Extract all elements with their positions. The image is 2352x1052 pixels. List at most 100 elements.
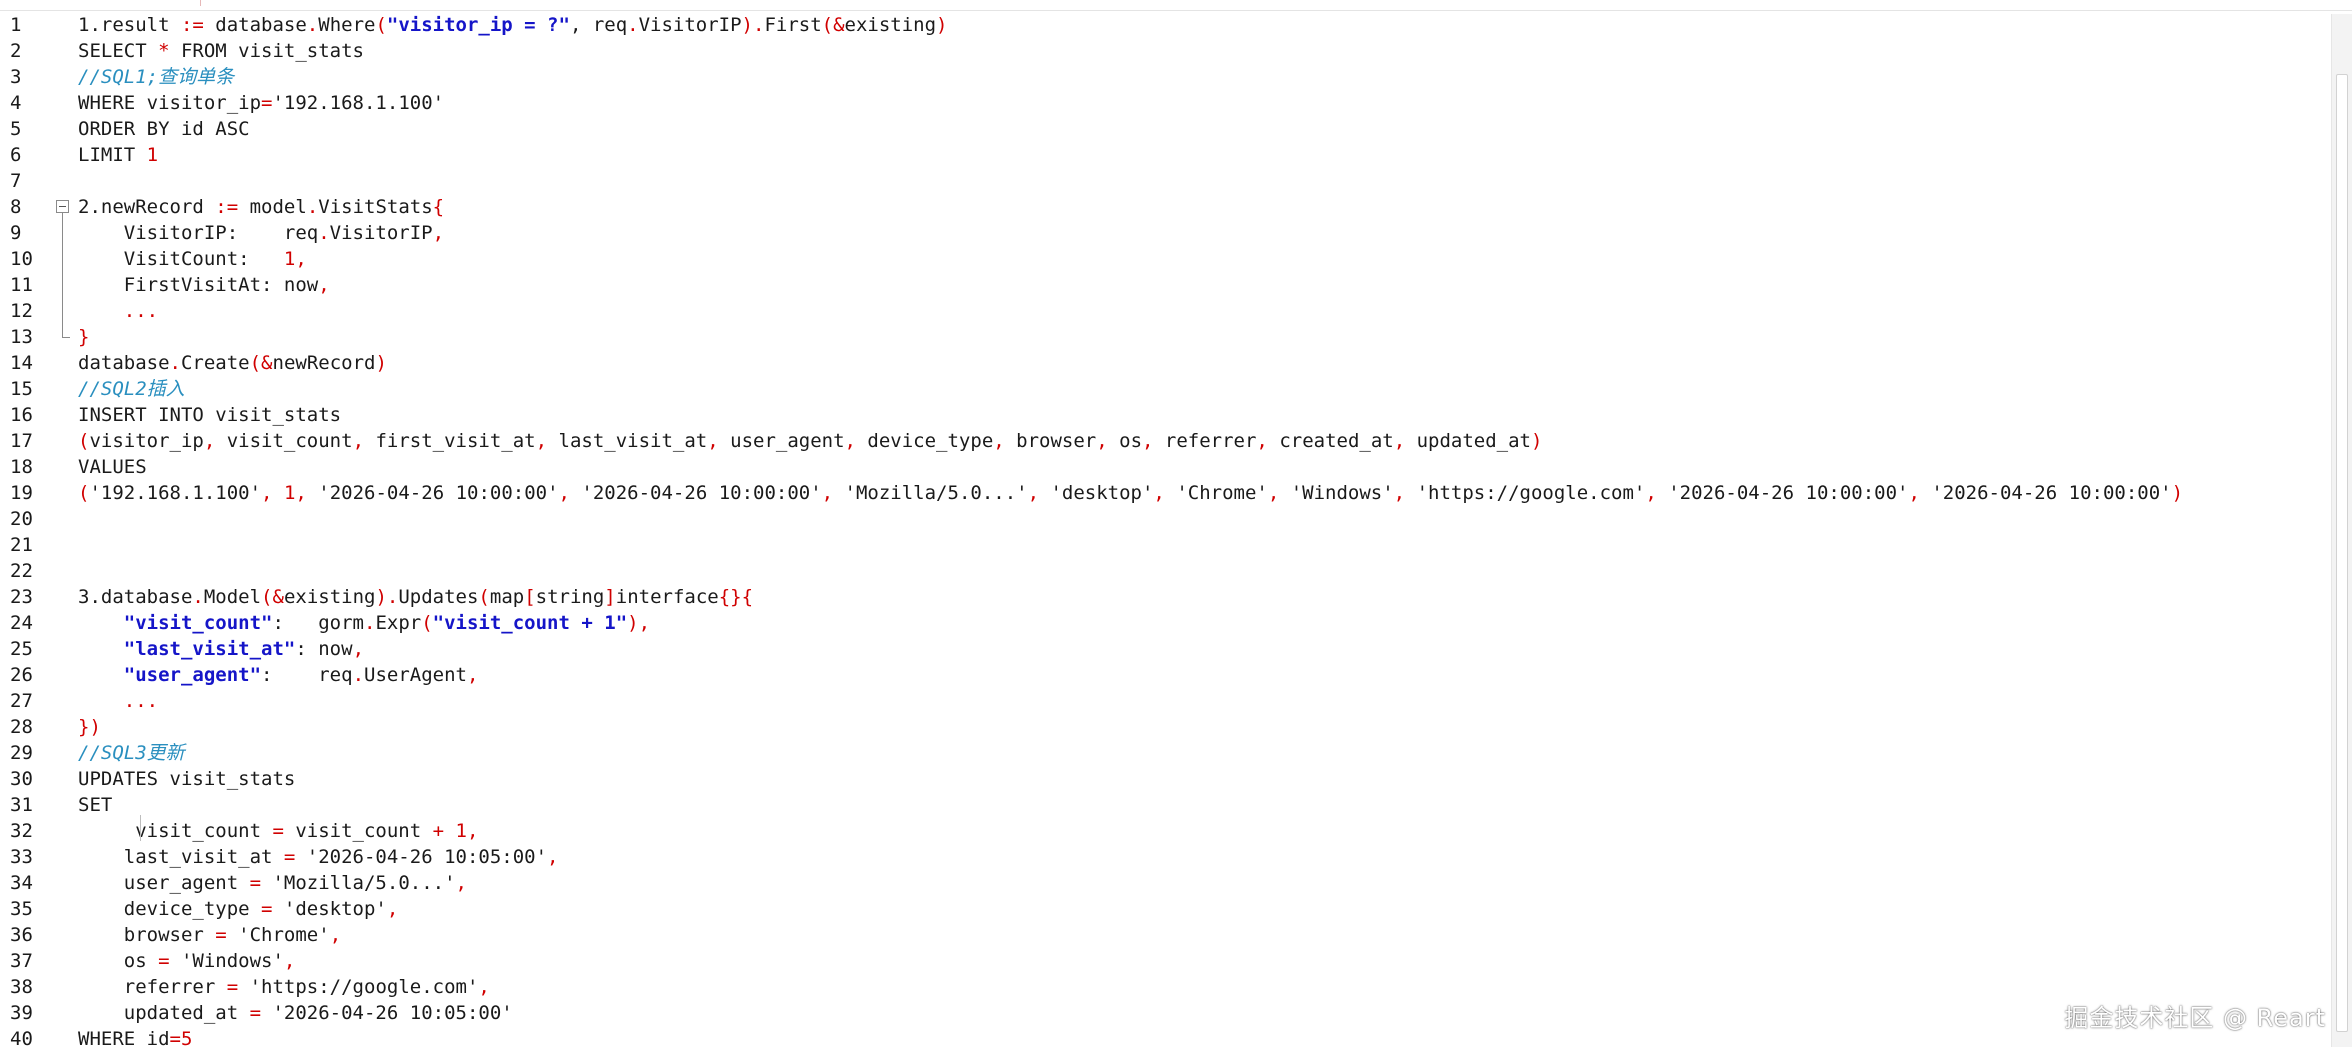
code-line[interactable]: ('192.168.1.100', 1, '2026-04-26 10:00:0…	[78, 480, 2183, 506]
code-token: {}{	[718, 586, 754, 608]
line-number: 23	[0, 584, 54, 610]
code-token: .	[364, 612, 376, 634]
line-number: 8	[0, 194, 54, 220]
code-token: ,	[558, 482, 570, 504]
line-number-gutter: 1 2 3 4 5 6 7 8 9 10 11 12 13 14 15 16 17 18 19 20 21 22 23 24 2…	[0, 12, 70, 1050]
code-line[interactable]: ...	[78, 688, 158, 714]
code-line[interactable]: //SQL3更新	[78, 740, 185, 766]
code-token: user_agent	[718, 430, 845, 452]
code-token: existing	[844, 14, 937, 36]
code-line[interactable]: 1.result := database.Where("visitor_ip =…	[78, 12, 948, 38]
code-token: 'https://google.com'	[238, 976, 479, 998]
line-number-text: 32	[10, 820, 33, 842]
line-number: 36	[0, 922, 54, 948]
vertical-scrollbar[interactable]	[2331, 14, 2352, 1047]
code-string: "visitor_ip = ?"	[386, 14, 570, 36]
line-number-text: 37	[10, 950, 33, 972]
code-token: .	[627, 14, 639, 36]
scrollbar-thumb[interactable]	[2336, 74, 2348, 1032]
code-line[interactable]: VALUES	[78, 454, 147, 480]
code-line[interactable]: database.Create(&newRecord)	[78, 350, 387, 376]
code-line[interactable]: "user_agent": req.UserAgent,	[78, 662, 479, 688]
code-token: 1	[283, 482, 296, 504]
code-token: , req	[569, 14, 628, 36]
line-number: 7	[0, 168, 54, 194]
code-comment: //SQL3更新	[78, 742, 185, 764]
code-line[interactable]: VisitorIP: req.VisitorIP,	[78, 220, 444, 246]
code-line[interactable]: //SQL1;查询单条	[78, 64, 234, 90]
code-line[interactable]: LIMIT 1	[78, 142, 158, 168]
code-line[interactable]: browser = 'Chrome',	[78, 922, 341, 948]
line-number: 15	[0, 376, 54, 402]
line-number-text: 8	[10, 196, 22, 218]
code-token: Model	[203, 586, 262, 608]
line-number: 13	[0, 324, 54, 350]
code-line[interactable]: //SQL2插入	[78, 376, 185, 402]
code-token: updated_at	[1405, 430, 1532, 452]
line-number: 38	[0, 974, 54, 1000]
code-line[interactable]: FirstVisitAt: now,	[78, 272, 330, 298]
code-token: created_at	[1267, 430, 1394, 452]
code-token: 'Mozilla/5.0...'	[261, 872, 456, 894]
code-line[interactable]: "last_visit_at": now,	[78, 636, 364, 662]
tab-marker	[200, 0, 201, 6]
code-line[interactable]: WHERE id=5	[78, 1026, 192, 1052]
code-token: (	[375, 14, 387, 36]
code-token: ,	[1908, 482, 1920, 504]
code-token: }	[78, 326, 90, 348]
code-line[interactable]: 2.newRecord := model.VisitStats{	[78, 194, 444, 220]
code-token: : req	[261, 664, 353, 686]
code-token: ,	[535, 430, 548, 452]
code-token: VisitorIP	[638, 14, 742, 36]
code-token: ,	[1096, 430, 1108, 452]
code-line[interactable]: (visitor_ip, visit_count, first_visit_at…	[78, 428, 1542, 454]
code-line[interactable]: VisitCount: 1,	[78, 246, 307, 272]
code-token: 2.newRecord	[78, 196, 216, 218]
code-token: model	[238, 196, 307, 218]
code-line[interactable]: visit_count = visit_count + 1,	[78, 818, 478, 844]
code-token: device_type	[78, 898, 262, 920]
line-number: 3	[0, 64, 54, 90]
code-line[interactable]: 3.database.Model(&existing).Updates(map[…	[78, 584, 753, 610]
line-number-text: 28	[10, 716, 33, 738]
code-token: =	[283, 846, 296, 868]
code-token: ]	[604, 586, 616, 608]
code-token: '2026-04-26 10:00:00'	[1919, 482, 2172, 504]
code-token: ).	[375, 586, 399, 608]
code-line[interactable]: WHERE visitor_ip='192.168.1.100'	[78, 90, 444, 116]
code-line[interactable]: ORDER BY id ASC	[78, 116, 250, 142]
code-line[interactable]: INSERT INTO visit_stats	[78, 402, 341, 428]
code-line[interactable]: last_visit_at = '2026-04-26 10:05:00',	[78, 844, 559, 870]
code-line[interactable]: }	[78, 324, 89, 350]
line-number-text: 26	[10, 664, 33, 686]
code-line[interactable]: SET	[78, 792, 112, 818]
code-line[interactable]: "visit_count": gorm.Expr("visit_count + …	[78, 610, 650, 636]
code-token: =	[249, 872, 262, 894]
code-line[interactable]: })	[78, 714, 101, 740]
code-token: =	[261, 92, 273, 114]
code-line[interactable]: updated_at = '2026-04-26 10:05:00'	[78, 1000, 513, 1026]
line-number: 12	[0, 298, 54, 324]
line-number-text: 2	[10, 40, 22, 62]
code-line[interactable]: ...	[78, 298, 158, 324]
code-token: VisitorIP: req	[78, 222, 319, 244]
code-line[interactable]: os = 'Windows',	[78, 948, 296, 974]
fold-collapse-icon[interactable]	[56, 200, 69, 213]
code-token: ,	[707, 430, 719, 452]
code-line[interactable]: user_agent = 'Mozilla/5.0...',	[78, 870, 467, 896]
code-token: INSERT INTO visit_stats	[78, 404, 342, 426]
code-line[interactable]: device_type = 'desktop',	[78, 896, 399, 922]
line-number-text: 10	[10, 248, 33, 270]
code-token: 1	[283, 248, 296, 270]
code-token: visit_count	[78, 820, 273, 842]
fold-range-end	[62, 337, 70, 338]
code-line[interactable]: SELECT * FROM visit_stats	[78, 38, 364, 64]
code-token: ,	[386, 898, 399, 920]
line-number: 1	[0, 12, 54, 38]
code-line[interactable]: UPDATES visit_stats	[78, 766, 295, 792]
line-number-text: 23	[10, 586, 33, 608]
line-number-text: 7	[10, 170, 22, 192]
code-line[interactable]: referrer = 'https://google.com',	[78, 974, 490, 1000]
